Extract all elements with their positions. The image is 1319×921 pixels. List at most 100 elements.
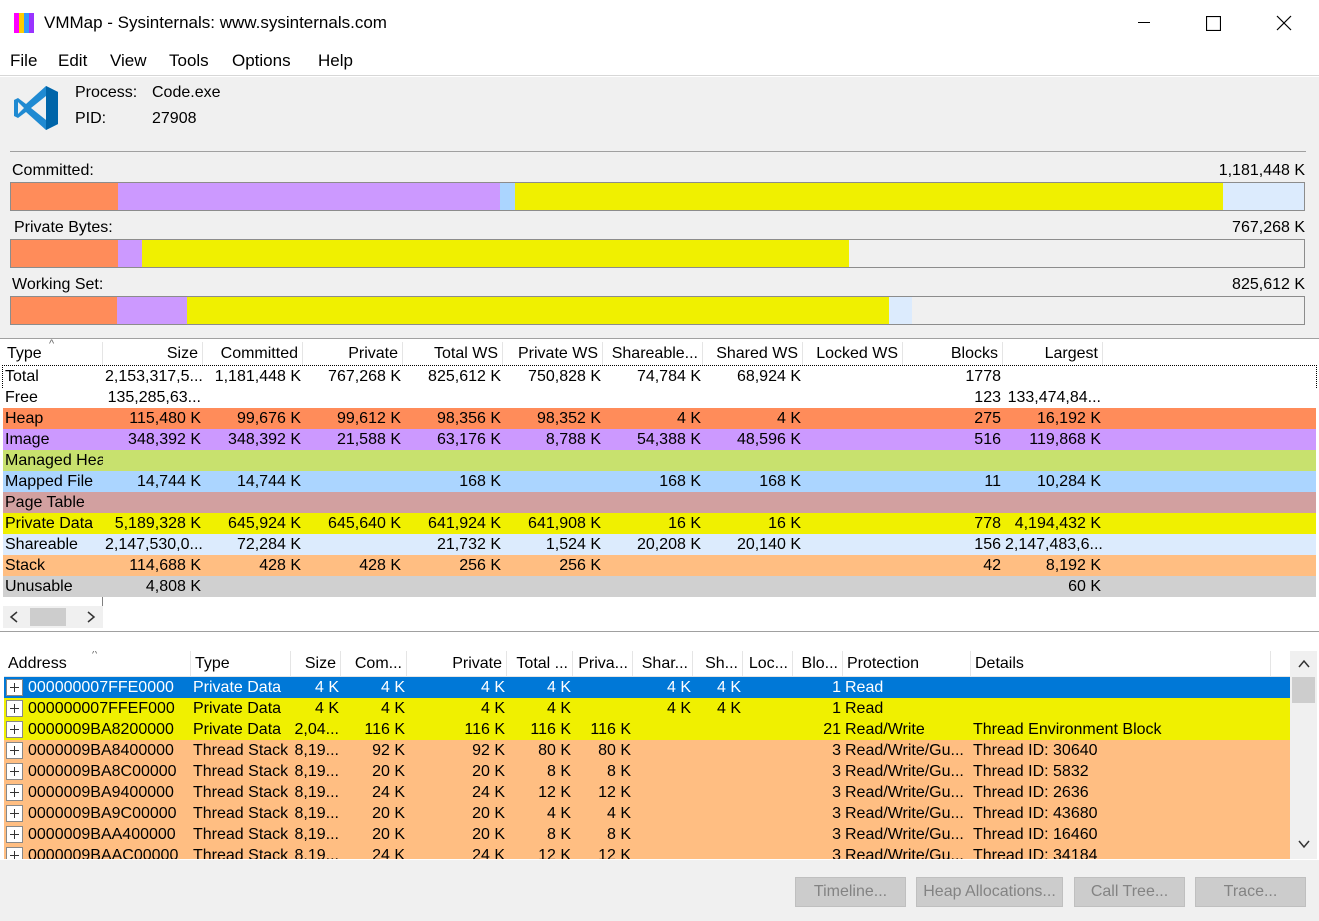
detail-column-header[interactable]: Shar... — [633, 651, 693, 677]
detail-column-header[interactable]: Details — [971, 651, 1271, 677]
detail-cell: 1 — [832, 700, 841, 717]
summary-cell: 133,474,84... — [1007, 389, 1101, 406]
detail-column-header[interactable]: Type — [191, 651, 291, 677]
expand-icon[interactable] — [6, 679, 23, 696]
detail-row[interactable]: 0000009BA9400000 Thread Stack 8,19... 24 K 2… — [4, 782, 1290, 803]
detail-column-header[interactable]: Total ... — [507, 651, 573, 677]
trace-button[interactable]: Trace... — [1195, 877, 1306, 907]
menu-edit[interactable]: Edit — [58, 51, 87, 71]
summary-row[interactable]: Image 348,392 K 348,392 K 21,588 K 63,176 K 8… — [3, 429, 1316, 450]
detail-column-header[interactable]: Com... — [341, 651, 407, 677]
menu-options[interactable]: Options — [232, 51, 291, 71]
detail-column-header[interactable]: Loc... — [743, 651, 793, 677]
summary-row[interactable]: Unusable 4,808 K 60 K — [3, 576, 1316, 597]
summary-column-header[interactable]: Size — [103, 342, 203, 366]
detail-cell: 8,19... — [294, 784, 339, 801]
expand-icon[interactable] — [6, 742, 23, 759]
summary-column-header[interactable]: Total WS — [403, 342, 503, 366]
menu-help[interactable]: Help — [318, 51, 353, 71]
expand-icon[interactable] — [6, 847, 23, 859]
summary-cell — [903, 576, 1003, 597]
expand-icon[interactable] — [6, 700, 23, 717]
detail-row[interactable]: 0000009BAA400000 Thread Stack 8,19... 20 K 2… — [4, 824, 1290, 845]
detail-row[interactable]: 000000007FFE0000 Private Data 4 K 4 K 4 K 4 K… — [4, 677, 1290, 698]
summary-row[interactable]: Total 2,153,317,5... 1,181,448 K 767,268 K 8… — [2, 365, 1317, 388]
detail-cell: 0000009BAAC00000 — [28, 847, 179, 859]
detail-row[interactable]: 000000007FFEF000 Private Data 4 K 4 K 4 K 4 K… — [4, 698, 1290, 719]
summary-cell: 54,388 K — [636, 431, 701, 448]
summary-cell — [403, 576, 503, 597]
summary-column-header[interactable]: Largest — [1003, 342, 1103, 366]
summary-cell — [903, 492, 1003, 513]
summary-cell: 63,176 K — [436, 431, 501, 448]
chevron-down-icon[interactable] — [1298, 839, 1310, 849]
call-tree-button[interactable]: Call Tree... — [1074, 877, 1185, 907]
timeline-button[interactable]: Timeline... — [795, 877, 906, 907]
chevron-left-icon[interactable] — [9, 611, 19, 623]
summary-row[interactable]: Stack 114,688 K 428 K 428 K 256 K 256 K 42 8,19… — [3, 555, 1316, 576]
maximize-button[interactable] — [1178, 0, 1248, 46]
scroll-thumb[interactable] — [1292, 677, 1315, 703]
heap-allocations-button[interactable]: Heap Allocations... — [916, 877, 1063, 907]
expand-icon[interactable] — [6, 805, 23, 822]
chevron-right-icon[interactable] — [86, 611, 96, 623]
expand-icon[interactable] — [6, 784, 23, 801]
detail-row[interactable]: 0000009BA8C00000 Thread Stack 8,19... 20 K 2… — [4, 761, 1290, 782]
detail-column-header[interactable]: Priva... — [573, 651, 633, 677]
working-set-label: Working Set: — [12, 276, 104, 293]
bar-segment — [118, 183, 500, 210]
detail-column-header[interactable]: Sh... — [693, 651, 743, 677]
summary-row[interactable]: Private Data 5,189,328 K 645,924 K 645,640 … — [3, 513, 1316, 534]
expand-icon[interactable] — [6, 721, 23, 738]
summary-column-header[interactable]: Private WS — [503, 342, 603, 366]
menu-tools[interactable]: Tools — [169, 51, 209, 71]
expand-icon[interactable] — [6, 826, 23, 843]
detail-column-header[interactable]: Blo... — [793, 651, 843, 677]
summary-column-header[interactable]: Shared WS — [703, 342, 803, 366]
detail-row[interactable]: 0000009BA9C00000 Thread Stack 8,19... 20 K 2… — [4, 803, 1290, 824]
horizontal-scrollbar[interactable] — [3, 606, 103, 628]
detail-column-header[interactable]: Private — [407, 651, 507, 677]
detail-row[interactable]: 0000009BAAC00000 Thread Stack 8,19... 24 K 2… — [4, 845, 1290, 859]
summary-column-header[interactable]: Locked WS — [803, 342, 903, 366]
scroll-thumb[interactable] — [30, 608, 66, 626]
detail-row[interactable]: 0000009BA8200000 Private Data 2,04... 116 K… — [4, 719, 1290, 740]
summary-column-header[interactable]: Committed — [203, 342, 303, 366]
detail-cell — [693, 782, 743, 803]
summary-row[interactable]: Heap 115,480 K 99,676 K 99,612 K 98,356 K 98,… — [3, 408, 1316, 429]
menu-view[interactable]: View — [110, 51, 147, 71]
detail-cell: Thread Stack — [193, 763, 289, 780]
detail-cell: 0000009BA8400000 — [28, 742, 174, 759]
summary-row[interactable]: Managed Hea — [3, 450, 1316, 471]
bar-segment — [11, 183, 119, 210]
detail-cell: 3 — [832, 805, 841, 822]
close-button[interactable] — [1249, 0, 1319, 46]
detail-cell — [971, 677, 1271, 698]
vmmap-app-icon — [14, 13, 34, 33]
detail-column-header[interactable]: Protection — [843, 651, 971, 677]
detail-cell: 12 K — [538, 847, 571, 859]
summary-row[interactable]: Mapped File 14,744 K 14,744 K 168 K 168 K 168… — [3, 471, 1316, 492]
detail-cell: 0000009BA9C00000 — [28, 805, 177, 822]
summary-row[interactable]: Free 135,285,63... 123 133,474,84... — [3, 387, 1316, 408]
detail-cell: 8,19... — [294, 763, 339, 780]
detail-cell: 3 — [832, 784, 841, 801]
summary-row[interactable]: Page Table — [3, 492, 1316, 513]
minimize-button[interactable] — [1109, 0, 1179, 46]
summary-column-header[interactable]: Private — [303, 342, 403, 366]
vertical-scrollbar[interactable] — [1290, 651, 1317, 859]
detail-row[interactable]: 0000009BA8400000 Thread Stack 8,19... 92 K 9… — [4, 740, 1290, 761]
sort-ascending-icon: ^ — [49, 338, 55, 350]
summary-column-header[interactable]: Shareable... — [603, 342, 703, 366]
summary-cell: Free — [5, 389, 38, 406]
summary-cell: 98,356 K — [436, 410, 501, 427]
expand-icon[interactable] — [6, 763, 23, 780]
summary-cell: 99,612 K — [336, 410, 401, 427]
detail-column-header[interactable]: Size — [291, 651, 341, 677]
summary-row[interactable]: Shareable 2,147,530,0... 72,284 K 21,732 K 1… — [3, 534, 1316, 555]
menu-file[interactable]: File — [10, 51, 37, 71]
summary-column-header[interactable]: Blocks — [903, 342, 1003, 366]
detail-column-header[interactable]: Address — [4, 651, 191, 677]
summary-cell — [203, 450, 303, 471]
chevron-up-icon[interactable] — [1298, 659, 1310, 669]
